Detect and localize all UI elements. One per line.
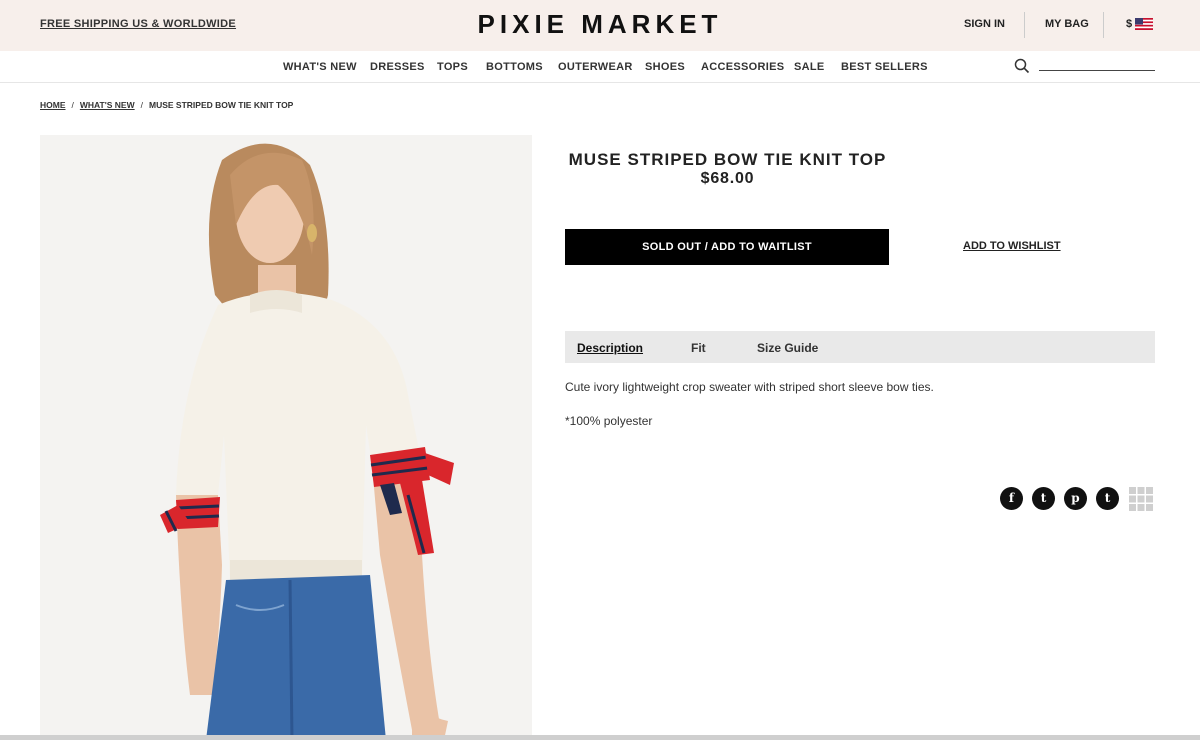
nav-item-shoes[interactable]: SHOES [645, 61, 685, 73]
product-description: Cute ivory lightweight crop sweater with… [565, 380, 934, 394]
product-price: $68.00 [700, 170, 755, 187]
add-to-wishlist-link[interactable]: ADD TO WISHLIST [963, 240, 1061, 252]
tab-size-guide[interactable]: Size Guide [757, 341, 818, 355]
twitter-icon[interactable]: t [1032, 487, 1055, 510]
nav-item-accessories[interactable]: ACCESSORIES [701, 61, 784, 73]
site-logo[interactable]: PIXIE MARKET [0, 9, 1200, 40]
tab-description[interactable]: Description [577, 341, 643, 355]
breadcrumb-home[interactable]: HOME [40, 100, 66, 110]
facebook-icon[interactable]: f [1000, 487, 1023, 510]
nav-item-tops[interactable]: TOPS [437, 61, 468, 73]
us-flag-icon[interactable] [1135, 18, 1153, 30]
divider [1024, 12, 1025, 38]
nav-item-whats-new[interactable]: WHAT'S NEW [283, 61, 357, 73]
product-material: *100% polyester [565, 414, 653, 428]
breadcrumb-whats-new[interactable]: WHAT'S NEW [80, 100, 135, 110]
currency-selector[interactable]: $ [1126, 18, 1132, 30]
nav-item-dresses[interactable]: DRESSES [370, 61, 425, 73]
breadcrumb-current: MUSE STRIPED BOW TIE KNIT TOP [149, 100, 294, 110]
breadcrumb-separator: / [140, 100, 143, 110]
nav-item-best-sellers[interactable]: BEST SELLERS [841, 61, 928, 73]
top-bar: FREE SHIPPING US & WORLDWIDE PIXIE MARKE… [0, 0, 1200, 51]
my-bag-link[interactable]: MY BAG [1045, 18, 1089, 30]
nav-item-bottoms[interactable]: BOTTOMS [486, 61, 543, 73]
sign-in-link[interactable]: SIGN IN [964, 18, 1005, 30]
main-nav: WHAT'S NEW DRESSES TOPS BOTTOMS OUTERWEA… [0, 51, 1200, 83]
breadcrumb: HOME / WHAT'S NEW / MUSE STRIPED BOW TIE KNI… [40, 100, 293, 110]
breadcrumb-separator: / [71, 100, 74, 110]
tumblr-icon[interactable]: t [1096, 487, 1119, 510]
sold-out-waitlist-button[interactable]: SOLD OUT / ADD TO WAITLIST [565, 229, 889, 265]
browser-dock-edge [0, 735, 1200, 740]
product-tabs: Description Fit Size Guide [565, 331, 1155, 363]
pinterest-icon[interactable]: p [1064, 487, 1087, 510]
product-image[interactable] [40, 135, 532, 740]
search-input[interactable] [1039, 70, 1155, 71]
tab-fit[interactable]: Fit [691, 341, 706, 355]
product-title: MUSE STRIPED BOW TIE KNIT TOP [568, 150, 887, 169]
nav-item-outerwear[interactable]: OUTERWEAR [558, 61, 633, 73]
divider [1103, 12, 1104, 38]
grid-view-icon[interactable] [1129, 487, 1153, 511]
search-icon[interactable] [1014, 58, 1030, 74]
model-illustration [40, 135, 532, 740]
nav-item-sale[interactable]: SALE [794, 61, 825, 73]
